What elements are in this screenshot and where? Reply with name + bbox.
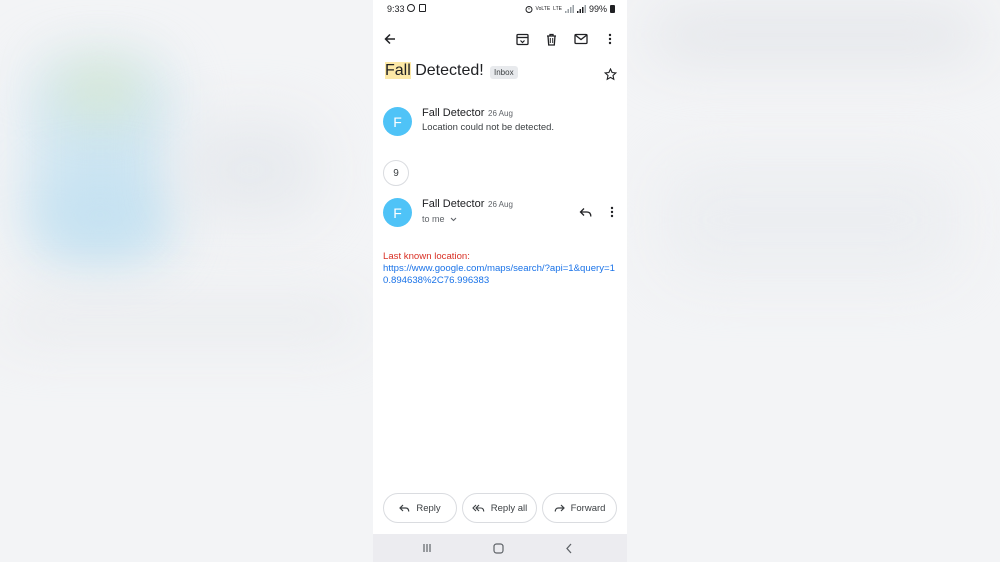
forward-icon [554,504,565,512]
battery-icon [610,5,615,13]
location-label: Last known location: [383,251,470,262]
reply-all-icon [472,504,485,512]
recent-apps-icon[interactable] [421,542,433,554]
message-more-icon[interactable] [610,205,614,223]
chevron-down-icon [450,217,457,222]
message-actions: Reply Reply all Forward [383,493,617,523]
inbox-label-chip[interactable]: Inbox [490,66,518,79]
message-date: 26 Aug [488,200,513,209]
avatar: F [383,198,412,227]
reply-all-button[interactable]: Reply all [462,493,537,523]
sender-name: Fall Detector [422,107,485,119]
notification-icon [419,4,426,12]
message-snippet: Location could not be detected. [422,122,555,133]
reply-label: Reply [416,502,441,514]
star-icon[interactable] [603,67,618,86]
recipient-label: to me [422,214,445,224]
map-link[interactable]: https://www.google.com/maps/search/?api=… [383,263,617,287]
email-subject: Fall Detected! [385,62,484,80]
forward-label: Forward [570,502,606,514]
message-date: 26 Aug [488,109,513,118]
status-bar: 9:33 VoLTE LTE 99% [373,0,627,18]
recipient-details-toggle[interactable]: to me [422,214,457,224]
arrow-left-icon[interactable] [381,30,399,48]
more-vert-icon[interactable] [601,30,619,48]
reply-icon [399,504,410,512]
reply-icon[interactable] [579,205,592,223]
back-nav-icon[interactable] [563,542,575,554]
system-nav-bar [373,534,627,562]
forward-button[interactable]: Forward [542,493,617,523]
subject-rest: Detected! [410,62,484,79]
battery-percent: 99% [588,4,607,14]
trash-icon[interactable] [542,30,560,48]
status-time: 9:33 [387,4,405,14]
home-icon[interactable] [492,542,504,554]
subject-highlight: Fall [385,62,411,79]
mail-icon[interactable] [572,30,590,48]
message-expanded-header: F Fall Detector 26 Aug to me [383,198,617,230]
archive-icon[interactable] [513,30,531,48]
phone-screen: 9:33 VoLTE LTE 99% Fall Detected! Inbox … [373,0,627,562]
status-indicators: VoLTE LTE 99% [525,4,615,14]
volte-label: VoLTE [535,5,551,12]
email-toolbar [373,26,627,52]
signal-icon [564,5,574,13]
lte-label: LTE [553,5,562,12]
alarm-icon [525,6,533,13]
sender-name: Fall Detector [422,198,485,210]
message-body: Last known location: https://www.google.… [383,251,617,287]
subject-row: Fall Detected! Inbox [385,60,618,90]
avatar: F [383,107,412,136]
reply-all-label: Reply all [490,502,528,514]
signal-icon-2 [576,5,586,13]
message-collapsed[interactable]: F Fall Detector 26 Aug Location could no… [383,107,617,139]
whatsapp-icon [407,4,415,12]
collapsed-messages-count[interactable]: 9 [383,160,409,186]
reply-button[interactable]: Reply [383,493,457,523]
